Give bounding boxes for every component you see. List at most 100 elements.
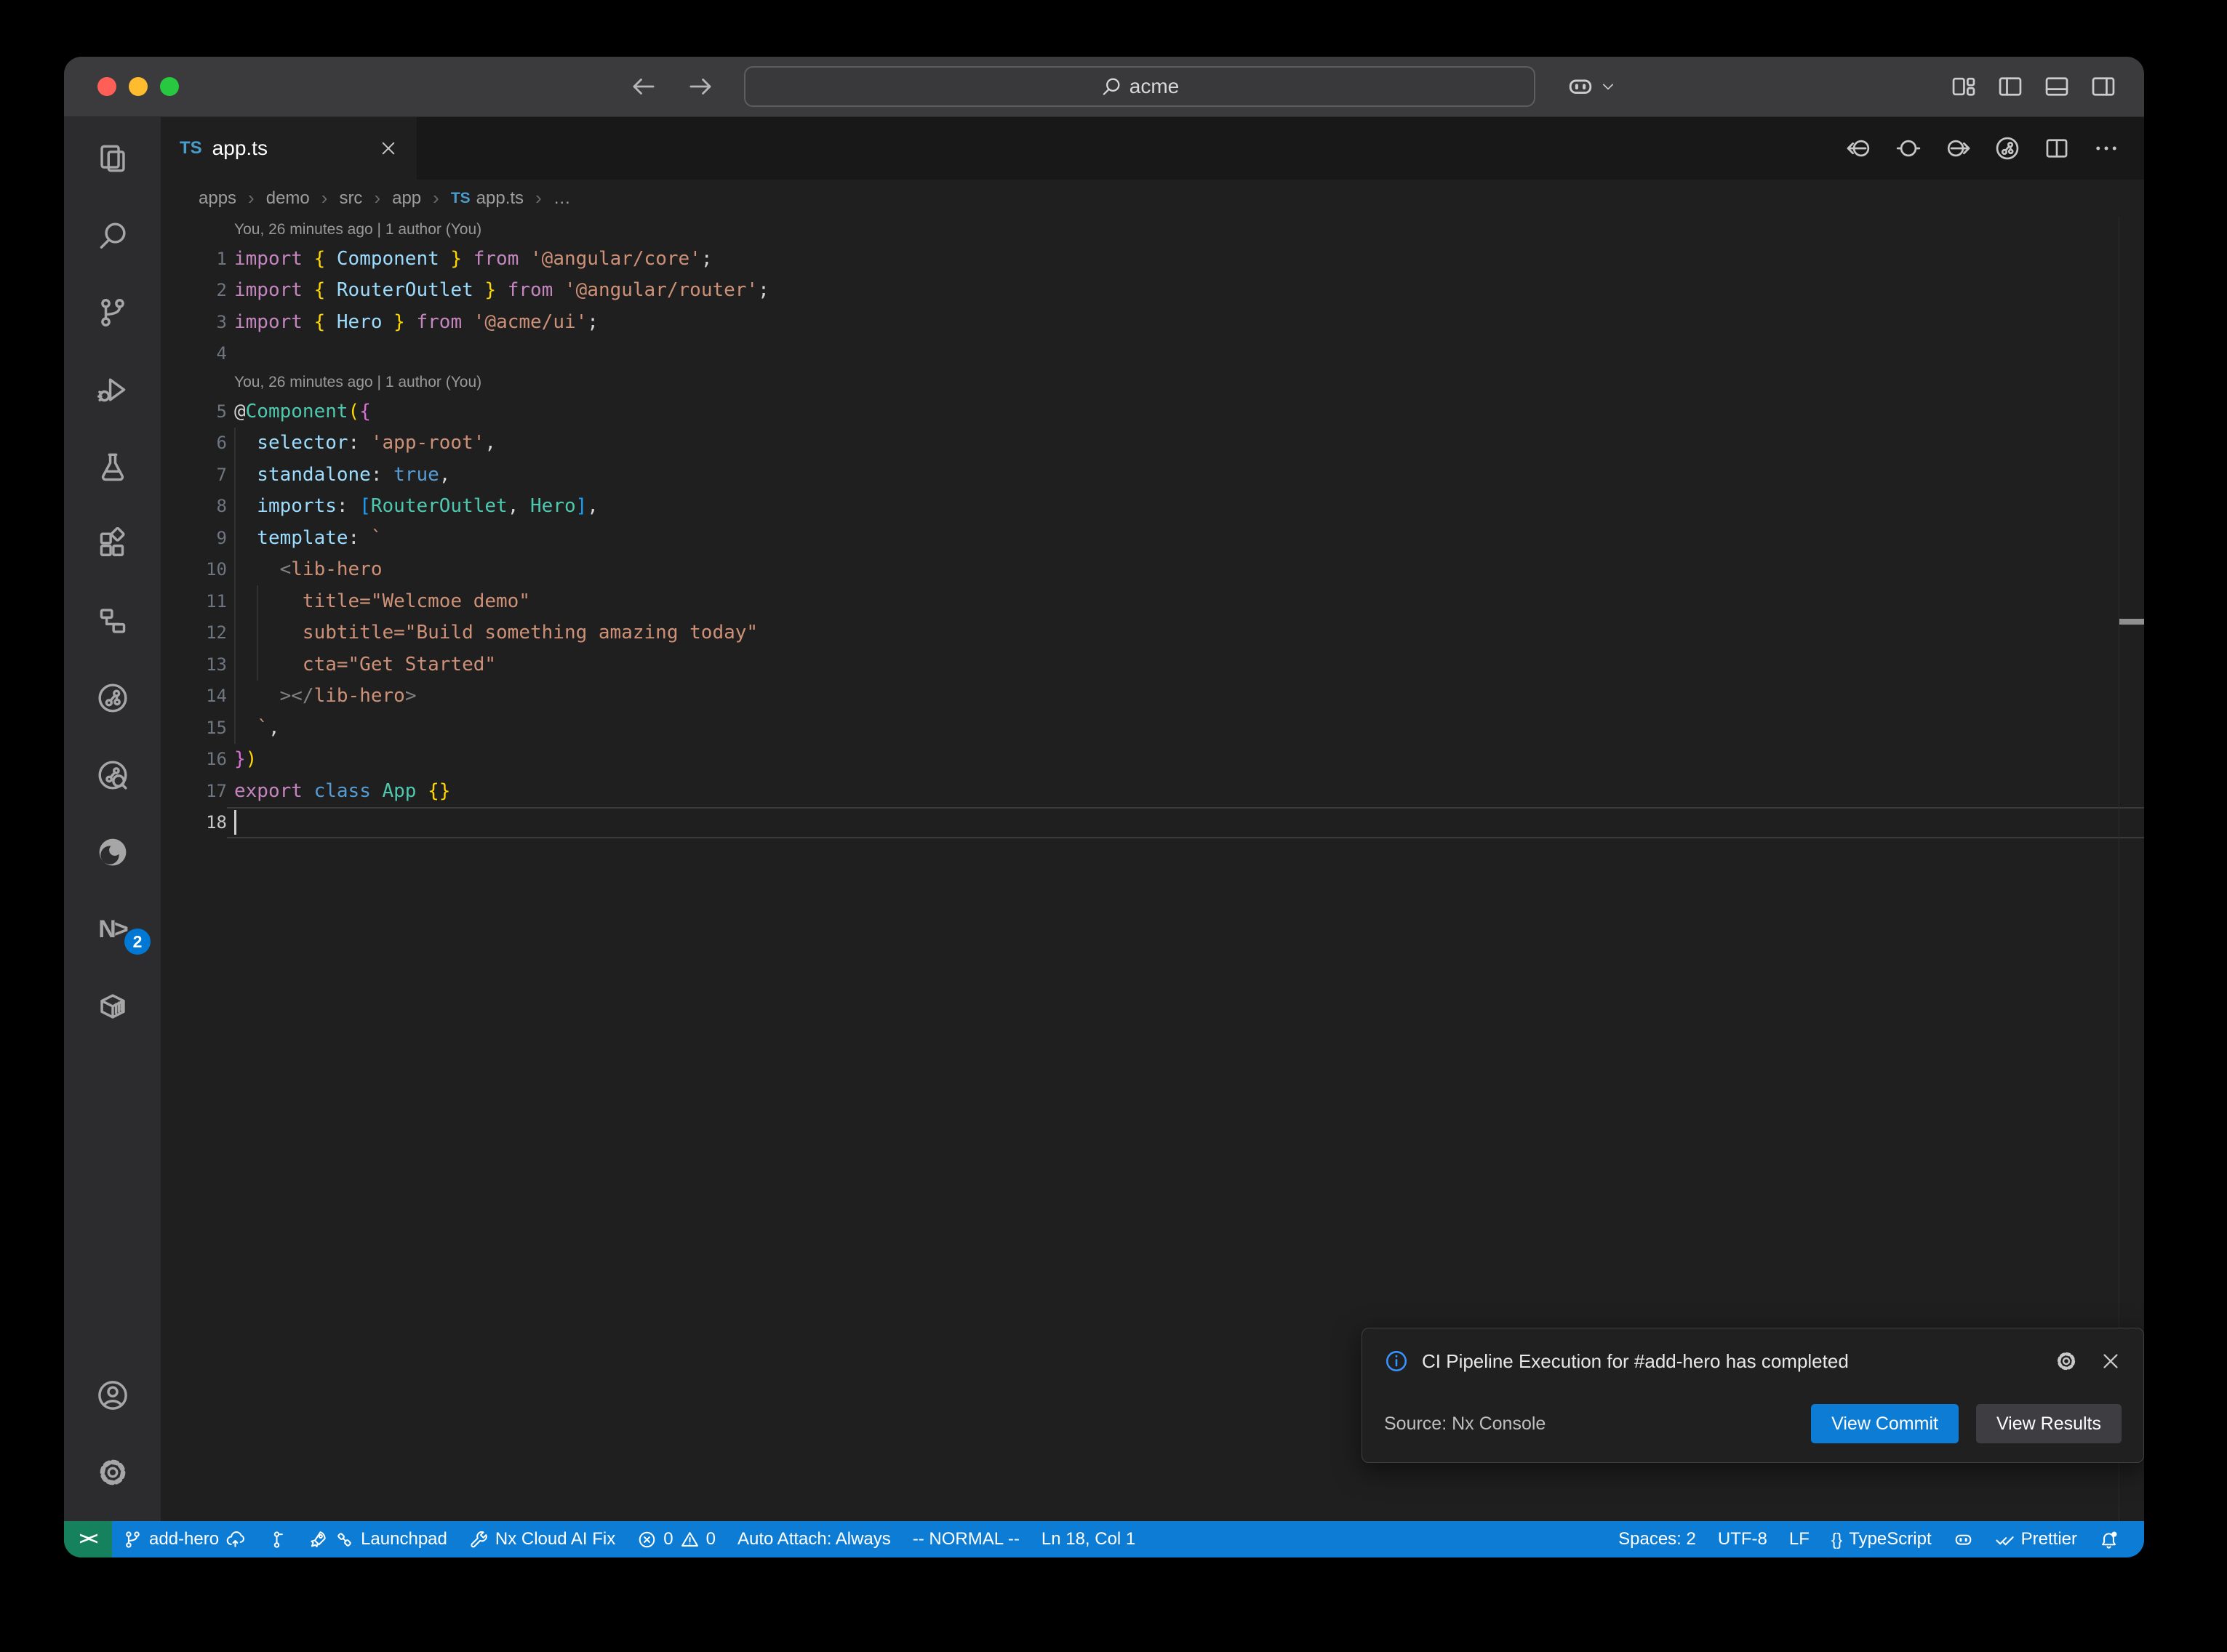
git-blame-lens[interactable]: You, 26 minutes ago | 1 author (You) <box>161 217 2144 243</box>
breadcrumb-item-apps[interactable]: apps <box>199 188 236 209</box>
status-label: LF <box>1789 1529 1810 1549</box>
breadcrumb-separator: › <box>535 187 542 209</box>
close-window-button[interactable] <box>97 77 116 96</box>
layout-panel-icon[interactable] <box>2044 73 2070 100</box>
line-number: 18 <box>161 812 227 833</box>
scrollbar-marker <box>2119 619 2144 625</box>
layout-customize-icon[interactable] <box>1951 73 1977 100</box>
text-cursor <box>234 810 236 835</box>
edge-icon <box>96 835 129 869</box>
nav-forward-icon[interactable] <box>1945 135 1971 161</box>
status-item-branch-publish[interactable]: add-hero <box>112 1521 256 1557</box>
copilot-icon <box>1567 73 1594 100</box>
status-item-formatter[interactable]: Prettier <box>1984 1521 2088 1557</box>
activity-item-nx-console[interactable]: N>2 <box>64 907 161 952</box>
notification-close-icon[interactable] <box>2100 1350 2122 1372</box>
status-label: Ln 18, Col 1 <box>1041 1529 1135 1549</box>
line-number: 15 <box>161 718 227 738</box>
git-branch-icon <box>96 296 129 329</box>
editor-actions <box>1846 117 2144 180</box>
nav-back-icon[interactable] <box>1846 135 1872 161</box>
line-number: 9 <box>161 528 227 548</box>
nav-commit-icon[interactable] <box>1895 135 1922 161</box>
zoom-window-button[interactable] <box>160 77 179 96</box>
breadcrumb-separator: › <box>248 187 255 209</box>
activity-item-source-control[interactable] <box>64 290 161 335</box>
breadcrumb-item-appts[interactable]: TSapp.ts <box>451 188 524 209</box>
layout-controls <box>1951 57 2116 116</box>
status-item-cursor-position[interactable]: Ln 18, Col 1 <box>1031 1521 1146 1557</box>
code-editor[interactable]: You, 26 minutes ago | 1 author (You)1imp… <box>161 217 2144 1521</box>
code-line-18: 18 <box>161 807 2144 839</box>
breadcrumb-item-src[interactable]: src <box>339 188 362 209</box>
gear-icon <box>96 1456 129 1489</box>
breadcrumb: apps›demo›src›app›TSapp.ts›… <box>161 180 2144 217</box>
status-item-encoding[interactable]: UTF-8 <box>1707 1521 1778 1557</box>
traffic-lights <box>97 77 179 96</box>
chevron-down-icon <box>1600 79 1616 95</box>
activity-item-run-and-debug[interactable] <box>64 367 161 412</box>
minimize-window-button[interactable] <box>129 77 148 96</box>
status-item-nx-cloud-ai-fix[interactable]: Nx Cloud AI Fix <box>458 1521 626 1557</box>
breadcrumb-item-app[interactable]: app <box>392 188 421 209</box>
activity-item-search[interactable] <box>64 213 161 258</box>
status-item-problems[interactable]: 00 <box>626 1521 727 1557</box>
status-item-compare-changes[interactable] <box>256 1521 297 1557</box>
git-blame-lens[interactable]: You, 26 minutes ago | 1 author (You) <box>161 369 2144 396</box>
error-icon <box>637 1530 657 1549</box>
status-item-launchpad[interactable]: Launchpad <box>297 1521 458 1557</box>
status-item-auto-attach[interactable]: Auto Attach: Always <box>727 1521 902 1557</box>
activity-item-project-details[interactable] <box>64 598 161 643</box>
status-item-indentation[interactable]: Spaces: 2 <box>1607 1521 1707 1557</box>
activity-item-extensions[interactable] <box>64 521 161 566</box>
line-number: 13 <box>161 654 227 675</box>
status-item-notifications-bell[interactable] <box>2088 1521 2130 1557</box>
view-commit-button[interactable]: View Commit <box>1811 1404 1959 1443</box>
status-item-eol[interactable]: LF <box>1778 1521 1820 1557</box>
line-number: 16 <box>161 749 227 769</box>
layout-sidebar-left-icon[interactable] <box>1997 73 2023 100</box>
activity-item-containers[interactable] <box>64 984 161 1029</box>
wrench-icon <box>469 1530 489 1549</box>
breadcrumb-item-[interactable]: … <box>553 188 571 209</box>
line-number: 14 <box>161 686 227 706</box>
forward-arrow-icon[interactable] <box>687 73 714 100</box>
split-editor-icon[interactable] <box>2044 135 2070 161</box>
warning-icon <box>680 1530 700 1549</box>
container-icon <box>96 990 129 1023</box>
line-number: 6 <box>161 433 227 453</box>
notification-settings-icon[interactable] <box>2055 1350 2078 1373</box>
code-line-6: 6 selector: 'app-root', <box>161 428 2144 460</box>
status-item-vim-mode[interactable]: -- NORMAL -- <box>902 1521 1031 1557</box>
close-tab-icon[interactable] <box>379 139 398 158</box>
status-item-copilot-status[interactable] <box>1943 1521 1984 1557</box>
remote-indicator[interactable]: >< <box>64 1521 112 1557</box>
tab-app-ts[interactable]: TS app.ts <box>161 117 417 180</box>
notification-actions: View Commit View Results <box>1811 1404 2122 1443</box>
command-center-search[interactable]: acme <box>744 66 1535 107</box>
activity-item-settings[interactable] <box>64 1450 161 1495</box>
back-arrow-icon[interactable] <box>630 73 657 100</box>
view-results-button[interactable]: View Results <box>1976 1404 2122 1443</box>
indent-guide <box>234 428 236 744</box>
code-line-8: 8 imports: [RouterOutlet, Hero], <box>161 491 2144 523</box>
status-item-language-mode[interactable]: {}TypeScript <box>1820 1521 1943 1557</box>
activity-item-testing[interactable] <box>64 444 161 489</box>
activity-item-edge-devtools[interactable] <box>64 830 161 875</box>
copilot-menu[interactable] <box>1567 57 1616 116</box>
status-label: Spaces: 2 <box>1618 1529 1696 1549</box>
search-icon <box>96 219 129 252</box>
notification-source: Source: Nx Console <box>1384 1414 1546 1435</box>
more-icon[interactable] <box>2093 135 2119 161</box>
workbench: N>2 TS app.ts apps›demo›src›app›TSapp.ts… <box>64 117 2144 1521</box>
graph-circle-icon[interactable] <box>1994 135 2020 161</box>
status-label: Auto Attach: Always <box>737 1529 891 1549</box>
breadcrumb-item-demo[interactable]: demo <box>266 188 310 209</box>
activity-item-nx-graph-search[interactable] <box>64 753 161 798</box>
code-line-16: 16}) <box>161 744 2144 776</box>
activity-item-explorer[interactable] <box>64 136 161 181</box>
layout-sidebar-right-icon[interactable] <box>2090 73 2116 100</box>
activity-item-nx-graph[interactable] <box>64 675 161 721</box>
activity-item-accounts[interactable] <box>64 1373 161 1418</box>
scrollbar-track[interactable] <box>2119 217 2144 1521</box>
